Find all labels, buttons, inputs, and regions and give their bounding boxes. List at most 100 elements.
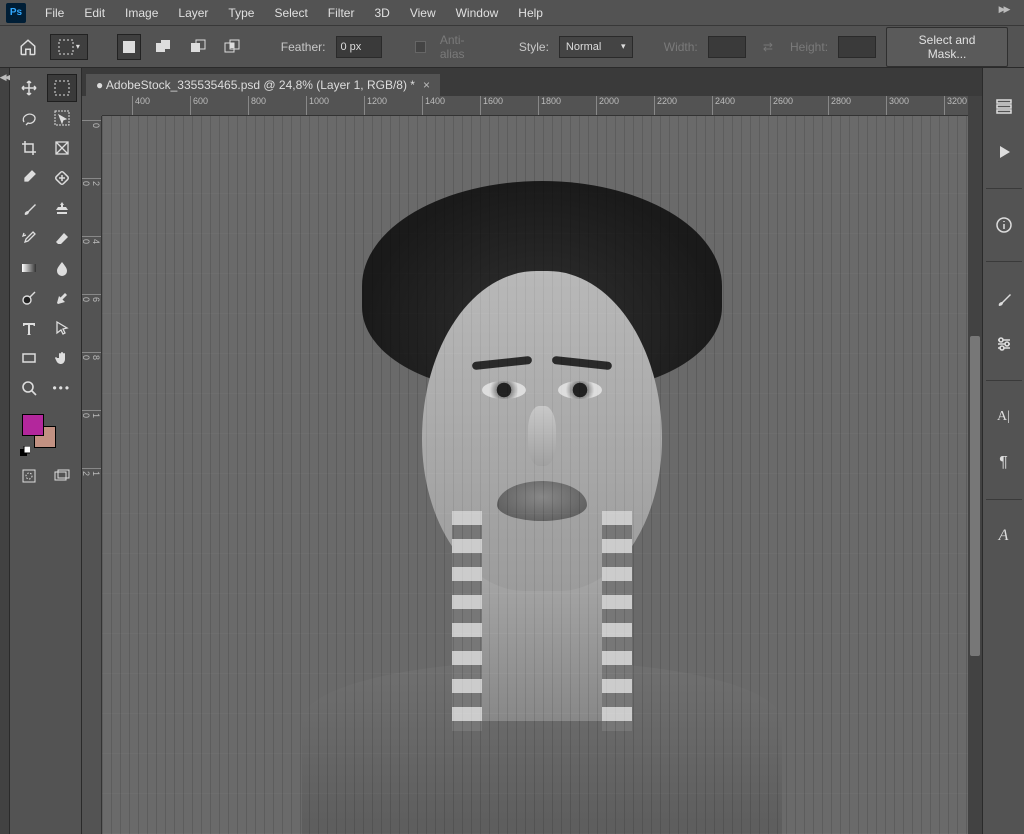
right-panel-dock: ▶▶ A| ¶ A — [982, 68, 1024, 834]
height-label: Height: — [790, 40, 828, 54]
ruler-tick: 600 — [190, 96, 208, 115]
home-icon[interactable] — [16, 34, 40, 60]
ruler-tick: 1600 — [480, 96, 503, 115]
document-tab[interactable]: ● AdobeStock_335535465.psd @ 24,8% (Laye… — [86, 73, 440, 96]
hand-tool[interactable] — [47, 344, 78, 372]
quick-mask-tool[interactable] — [14, 462, 45, 490]
ruler-tick: 800 — [82, 352, 101, 360]
canvas[interactable] — [102, 116, 982, 834]
info-icon[interactable] — [992, 213, 1016, 237]
close-icon[interactable]: × — [423, 78, 430, 92]
left-collapse-rail[interactable]: ◀◀ — [0, 68, 10, 834]
selection-add-icon[interactable] — [151, 34, 175, 60]
blur-tool[interactable] — [47, 254, 78, 282]
ruler-tick: 0 — [82, 120, 101, 128]
default-colors-icon[interactable] — [20, 446, 30, 456]
swap-dimensions-icon: ⇄ — [756, 34, 780, 60]
style-label: Style: — [519, 40, 549, 54]
lasso-tool[interactable] — [14, 104, 45, 132]
canvas-image — [102, 116, 982, 834]
ruler-tick: 600 — [82, 294, 101, 302]
pen-tool[interactable] — [47, 284, 78, 312]
edit-toolbar[interactable]: ••• — [47, 374, 78, 402]
ruler-vertical[interactable]: 0 200 400 600 800 1000 1200 — [82, 116, 102, 834]
menu-file[interactable]: File — [36, 2, 73, 24]
menu-image[interactable]: Image — [116, 2, 167, 24]
toolbox: ••• — [10, 68, 82, 834]
tool-preset-marquee-icon[interactable]: ▾ — [50, 34, 87, 60]
screen-mode-tool[interactable] — [47, 462, 78, 490]
marquee-tool[interactable] — [47, 74, 78, 102]
history-brush-tool[interactable] — [14, 224, 45, 252]
history-icon[interactable] — [992, 94, 1016, 118]
play-icon[interactable] — [992, 140, 1016, 164]
collapse-arrows-icon: ◀◀ — [0, 72, 9, 834]
menu-help[interactable]: Help — [509, 2, 552, 24]
crop-tool[interactable] — [14, 134, 45, 162]
menubar: Ps File Edit Image Layer Type Select Fil… — [0, 0, 1024, 26]
menu-select[interactable]: Select — [265, 2, 316, 24]
object-selection-tool[interactable] — [47, 104, 78, 132]
ruler-horizontal[interactable]: 4006008001000120014001600180020002200240… — [102, 96, 982, 116]
ruler-tick: 1000 — [82, 410, 101, 418]
menu-layer[interactable]: Layer — [169, 2, 217, 24]
collapse-arrows-icon[interactable]: ▶▶ — [999, 4, 1009, 15]
path-selection-tool[interactable] — [47, 314, 78, 342]
frame-tool[interactable] — [47, 134, 78, 162]
foreground-color-swatch[interactable] — [22, 414, 44, 436]
document-tab-bar: ● AdobeStock_335535465.psd @ 24,8% (Laye… — [82, 68, 982, 96]
ruler-tick: 400 — [132, 96, 150, 115]
ruler-tick: 1800 — [538, 96, 561, 115]
brush-tool[interactable] — [14, 194, 45, 222]
paragraph-icon[interactable]: ¶ — [992, 451, 1016, 475]
menu-filter[interactable]: Filter — [319, 2, 364, 24]
brush-settings-icon[interactable] — [992, 286, 1016, 310]
menu-edit[interactable]: Edit — [75, 2, 114, 24]
ruler-tick: 400 — [82, 236, 101, 244]
adjustments-icon[interactable] — [992, 332, 1016, 356]
selection-subtract-icon[interactable] — [186, 34, 210, 60]
canvas-area: ● AdobeStock_335535465.psd @ 24,8% (Laye… — [82, 68, 982, 834]
clone-stamp-tool[interactable] — [47, 194, 78, 222]
style-select[interactable]: Normal▾ — [559, 36, 633, 58]
ruler-tick: 1200 — [364, 96, 387, 115]
selection-intersect-icon[interactable] — [220, 34, 244, 60]
feather-label: Feather: — [281, 40, 326, 54]
move-tool[interactable] — [14, 74, 45, 102]
eyedropper-tool[interactable] — [14, 164, 45, 192]
ruler-tick: 3000 — [886, 96, 909, 115]
dodge-tool[interactable] — [14, 284, 45, 312]
width-input — [708, 36, 746, 58]
feather-input[interactable] — [336, 36, 382, 58]
style-value: Normal — [566, 41, 601, 53]
ruler-tick: 2400 — [712, 96, 735, 115]
menu-view[interactable]: View — [401, 2, 445, 24]
rectangle-tool[interactable] — [14, 344, 45, 372]
ruler-tick: 2800 — [828, 96, 851, 115]
ruler-tick: 3200 — [944, 96, 967, 115]
zoom-tool[interactable] — [14, 374, 45, 402]
selection-new-icon[interactable] — [117, 34, 141, 60]
menu-window[interactable]: Window — [447, 2, 508, 24]
gradient-tool[interactable] — [14, 254, 45, 282]
scrollbar-vertical[interactable] — [968, 96, 982, 834]
height-input — [838, 36, 876, 58]
scroll-thumb[interactable] — [970, 336, 980, 656]
glyphs-icon[interactable]: A — [992, 524, 1016, 548]
menu-3d[interactable]: 3D — [365, 2, 398, 24]
color-swatches[interactable] — [14, 412, 77, 456]
healing-brush-tool[interactable] — [47, 164, 78, 192]
type-tool[interactable] — [14, 314, 45, 342]
antialias-label: Anti-alias — [440, 33, 486, 61]
workspace: ◀◀ ••• — [0, 68, 1024, 834]
ruler-origin[interactable] — [82, 96, 102, 116]
eraser-tool[interactable] — [47, 224, 78, 252]
character-icon[interactable]: A| — [992, 405, 1016, 429]
select-and-mask-button[interactable]: Select and Mask... — [886, 27, 1008, 67]
app-logo: Ps — [6, 3, 26, 23]
ruler-tick: 200 — [82, 178, 101, 186]
ruler-tick: 2600 — [770, 96, 793, 115]
ruler-tick: 1200 — [82, 468, 101, 476]
menu-type[interactable]: Type — [219, 2, 263, 24]
options-bar: ▾ Feather: Anti-alias Style: Normal▾ Wid… — [0, 26, 1024, 68]
